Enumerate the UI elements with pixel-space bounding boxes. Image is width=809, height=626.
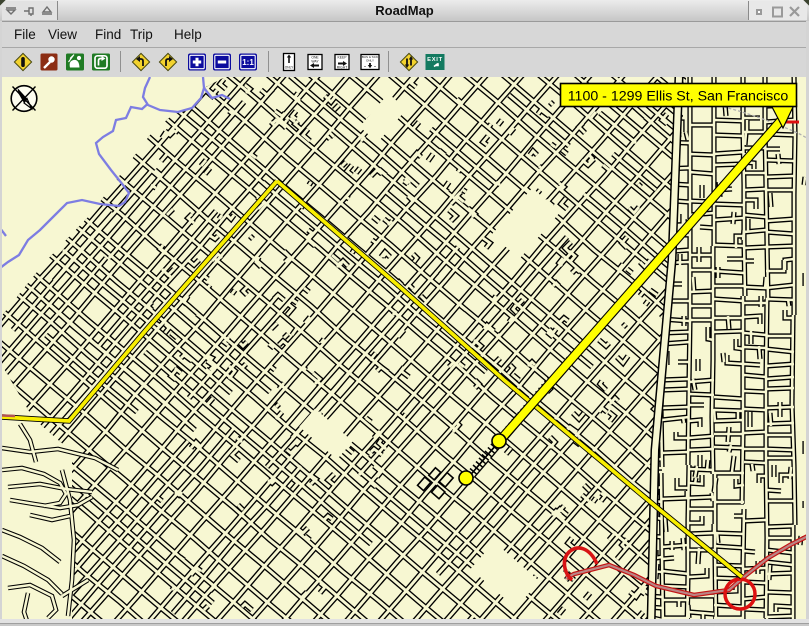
svg-text:ONLY: ONLY (366, 58, 374, 62)
svg-text:1100 - 1299 Ellis St, San Fran: 1100 - 1299 Ellis St, San Francisco (568, 89, 789, 105)
svg-text:KEEP: KEEP (337, 56, 347, 60)
svg-text:WAY: WAY (311, 59, 319, 63)
svg-text:1:1: 1:1 (242, 58, 254, 67)
svg-text:EXIT: EXIT (427, 57, 443, 63)
svg-text:RIGHT: RIGHT (337, 66, 348, 70)
svg-text:ONLY: ONLY (285, 66, 294, 70)
